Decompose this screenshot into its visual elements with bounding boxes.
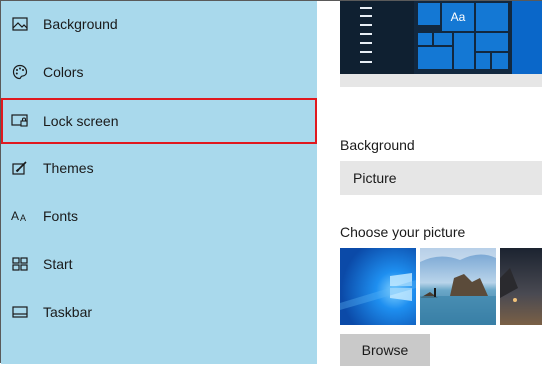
preview-taskbar [340,74,542,87]
palette-icon [11,63,29,81]
font-icon: AA [11,207,29,225]
sidebar-item-background[interactable]: Background [1,1,317,47]
preview-start-menu-list [340,1,414,74]
lock-screen-icon [11,112,29,130]
sidebar-item-label: Themes [43,160,94,176]
svg-text:A: A [20,213,26,223]
sidebar-item-fonts[interactable]: AA Fonts [1,193,317,239]
background-dropdown[interactable]: Picture [340,161,542,195]
background-section-title: Background [340,137,415,153]
preview-tile-aa: Aa [442,3,474,31]
sidebar-item-themes[interactable]: Themes [1,145,317,191]
background-dropdown-value: Picture [353,170,397,186]
browse-button[interactable]: Browse [340,334,430,366]
sidebar-item-label: Start [43,256,73,272]
settings-sidebar: Background Colors Lock screen Themes AA … [1,1,317,364]
picture-thumbnail-night[interactable] [500,248,542,325]
picture-thumbnail-beach[interactable] [420,248,496,325]
sidebar-item-label: Taskbar [43,304,93,320]
start-tiles-icon [11,255,29,273]
browse-button-label: Browse [361,342,409,358]
sidebar-item-label: Fonts [43,208,79,224]
svg-text:A: A [11,209,19,223]
sidebar-item-label: Lock screen [43,113,119,129]
sidebar-item-taskbar[interactable]: Taskbar [1,289,317,335]
sidebar-item-colors[interactable]: Colors [1,49,317,95]
sidebar-item-label: Background [43,16,118,32]
picture-thumbnail-windows[interactable] [340,248,416,325]
sidebar-item-label: Colors [43,64,84,80]
picture-icon [11,15,29,33]
sidebar-item-start[interactable]: Start [1,241,317,287]
lock-screen-preview: Aa [340,1,542,87]
preview-tiles: Aa [414,1,512,74]
choose-picture-title: Choose your picture [340,224,466,240]
brush-icon [11,159,29,177]
sidebar-item-lock-screen[interactable]: Lock screen [1,98,317,144]
taskbar-icon [11,303,29,321]
